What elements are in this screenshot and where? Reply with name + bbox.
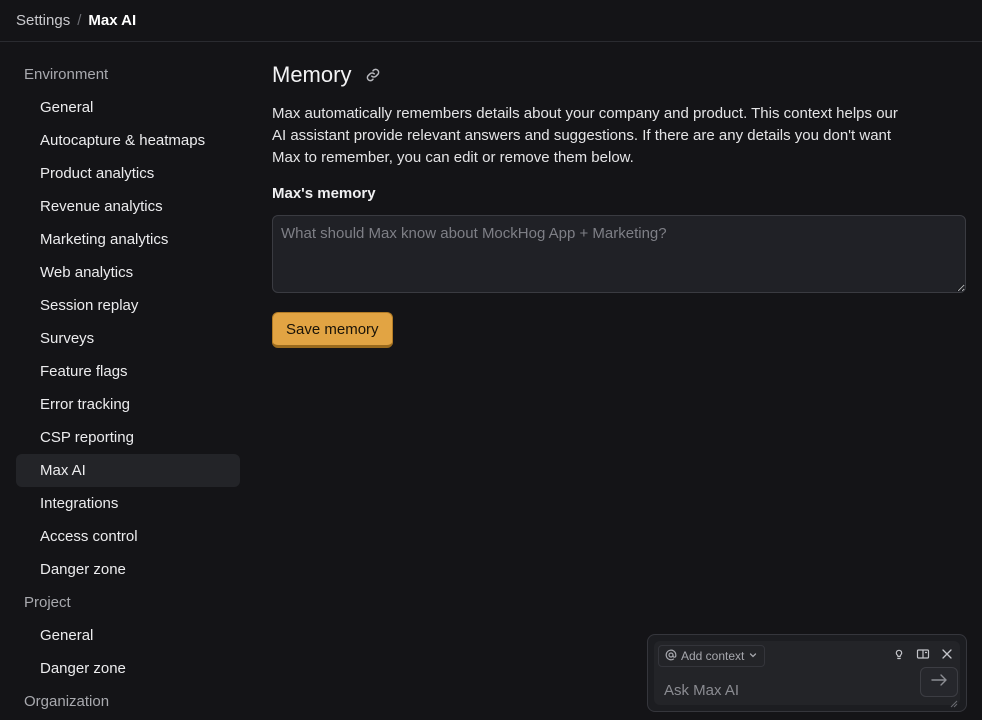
sidebar-item-project-danger-zone[interactable]: Danger zone (16, 652, 240, 685)
sidebar-item-product-analytics[interactable]: Product analytics (16, 157, 240, 190)
sidebar-item-autocapture[interactable]: Autocapture & heatmaps (16, 124, 240, 157)
sidebar-item-feature-flags[interactable]: Feature flags (16, 355, 240, 388)
memory-field-label: Max's memory (272, 185, 376, 202)
sidebar-item-surveys[interactable]: Surveys (16, 322, 240, 355)
open-panel-icon[interactable] (916, 647, 930, 661)
sidebar-section-project: Project (24, 594, 71, 611)
page-title: Memory (272, 62, 352, 87)
breadcrumb-separator: / (77, 12, 82, 29)
close-icon[interactable] (940, 647, 954, 661)
max-ai-chat-panel: Add context (647, 634, 967, 712)
sidebar-section-organization: Organization (24, 693, 110, 710)
sidebar-item-access-control[interactable]: Access control (16, 520, 240, 553)
ask-max-input[interactable] (664, 679, 904, 701)
breadcrumb-settings[interactable]: Settings (16, 12, 70, 29)
sidebar-item-integrations[interactable]: Integrations (16, 487, 240, 520)
sidebar-item-session-replay[interactable]: Session replay (16, 289, 240, 322)
chat-input-area: Add context (654, 641, 960, 708)
at-sign-icon (665, 649, 677, 664)
sidebar-section-environment: Environment (24, 66, 109, 83)
top-bar: Settings / Max AI (0, 0, 982, 42)
sidebar-item-max-ai[interactable]: Max AI (16, 454, 240, 487)
memory-textarea[interactable] (272, 215, 966, 293)
arrow-right-icon (930, 673, 948, 692)
lightbulb-icon[interactable] (892, 647, 906, 661)
sidebar-item-web-analytics[interactable]: Web analytics (16, 256, 240, 289)
settings-sidebar: Environment General Autocapture & heatma… (0, 42, 256, 720)
save-memory-button[interactable]: Save memory (272, 312, 393, 348)
send-button[interactable] (920, 667, 958, 697)
sidebar-item-revenue-analytics[interactable]: Revenue analytics (16, 190, 240, 223)
memory-description: Max automatically remembers details abou… (272, 105, 898, 166)
sidebar-item-marketing-analytics[interactable]: Marketing analytics (16, 223, 240, 256)
link-icon[interactable] (365, 67, 381, 83)
resize-handle-icon[interactable] (950, 695, 958, 708)
sidebar-item-danger-zone[interactable]: Danger zone (16, 553, 240, 586)
chevron-down-icon (748, 649, 758, 663)
memory-settings: Memory Max automatically remembers detai… (272, 42, 966, 348)
add-context-label: Add context (681, 649, 745, 663)
title-row: Memory (272, 59, 966, 91)
sidebar-item-general[interactable]: General (16, 91, 240, 124)
breadcrumb-current: Max AI (88, 12, 137, 29)
sidebar-item-error-tracking[interactable]: Error tracking (16, 388, 240, 421)
sidebar-item-project-general[interactable]: General (16, 619, 240, 652)
sidebar-item-csp-reporting[interactable]: CSP reporting (16, 421, 240, 454)
add-context-button[interactable]: Add context (658, 645, 766, 667)
chat-tools (892, 647, 954, 661)
